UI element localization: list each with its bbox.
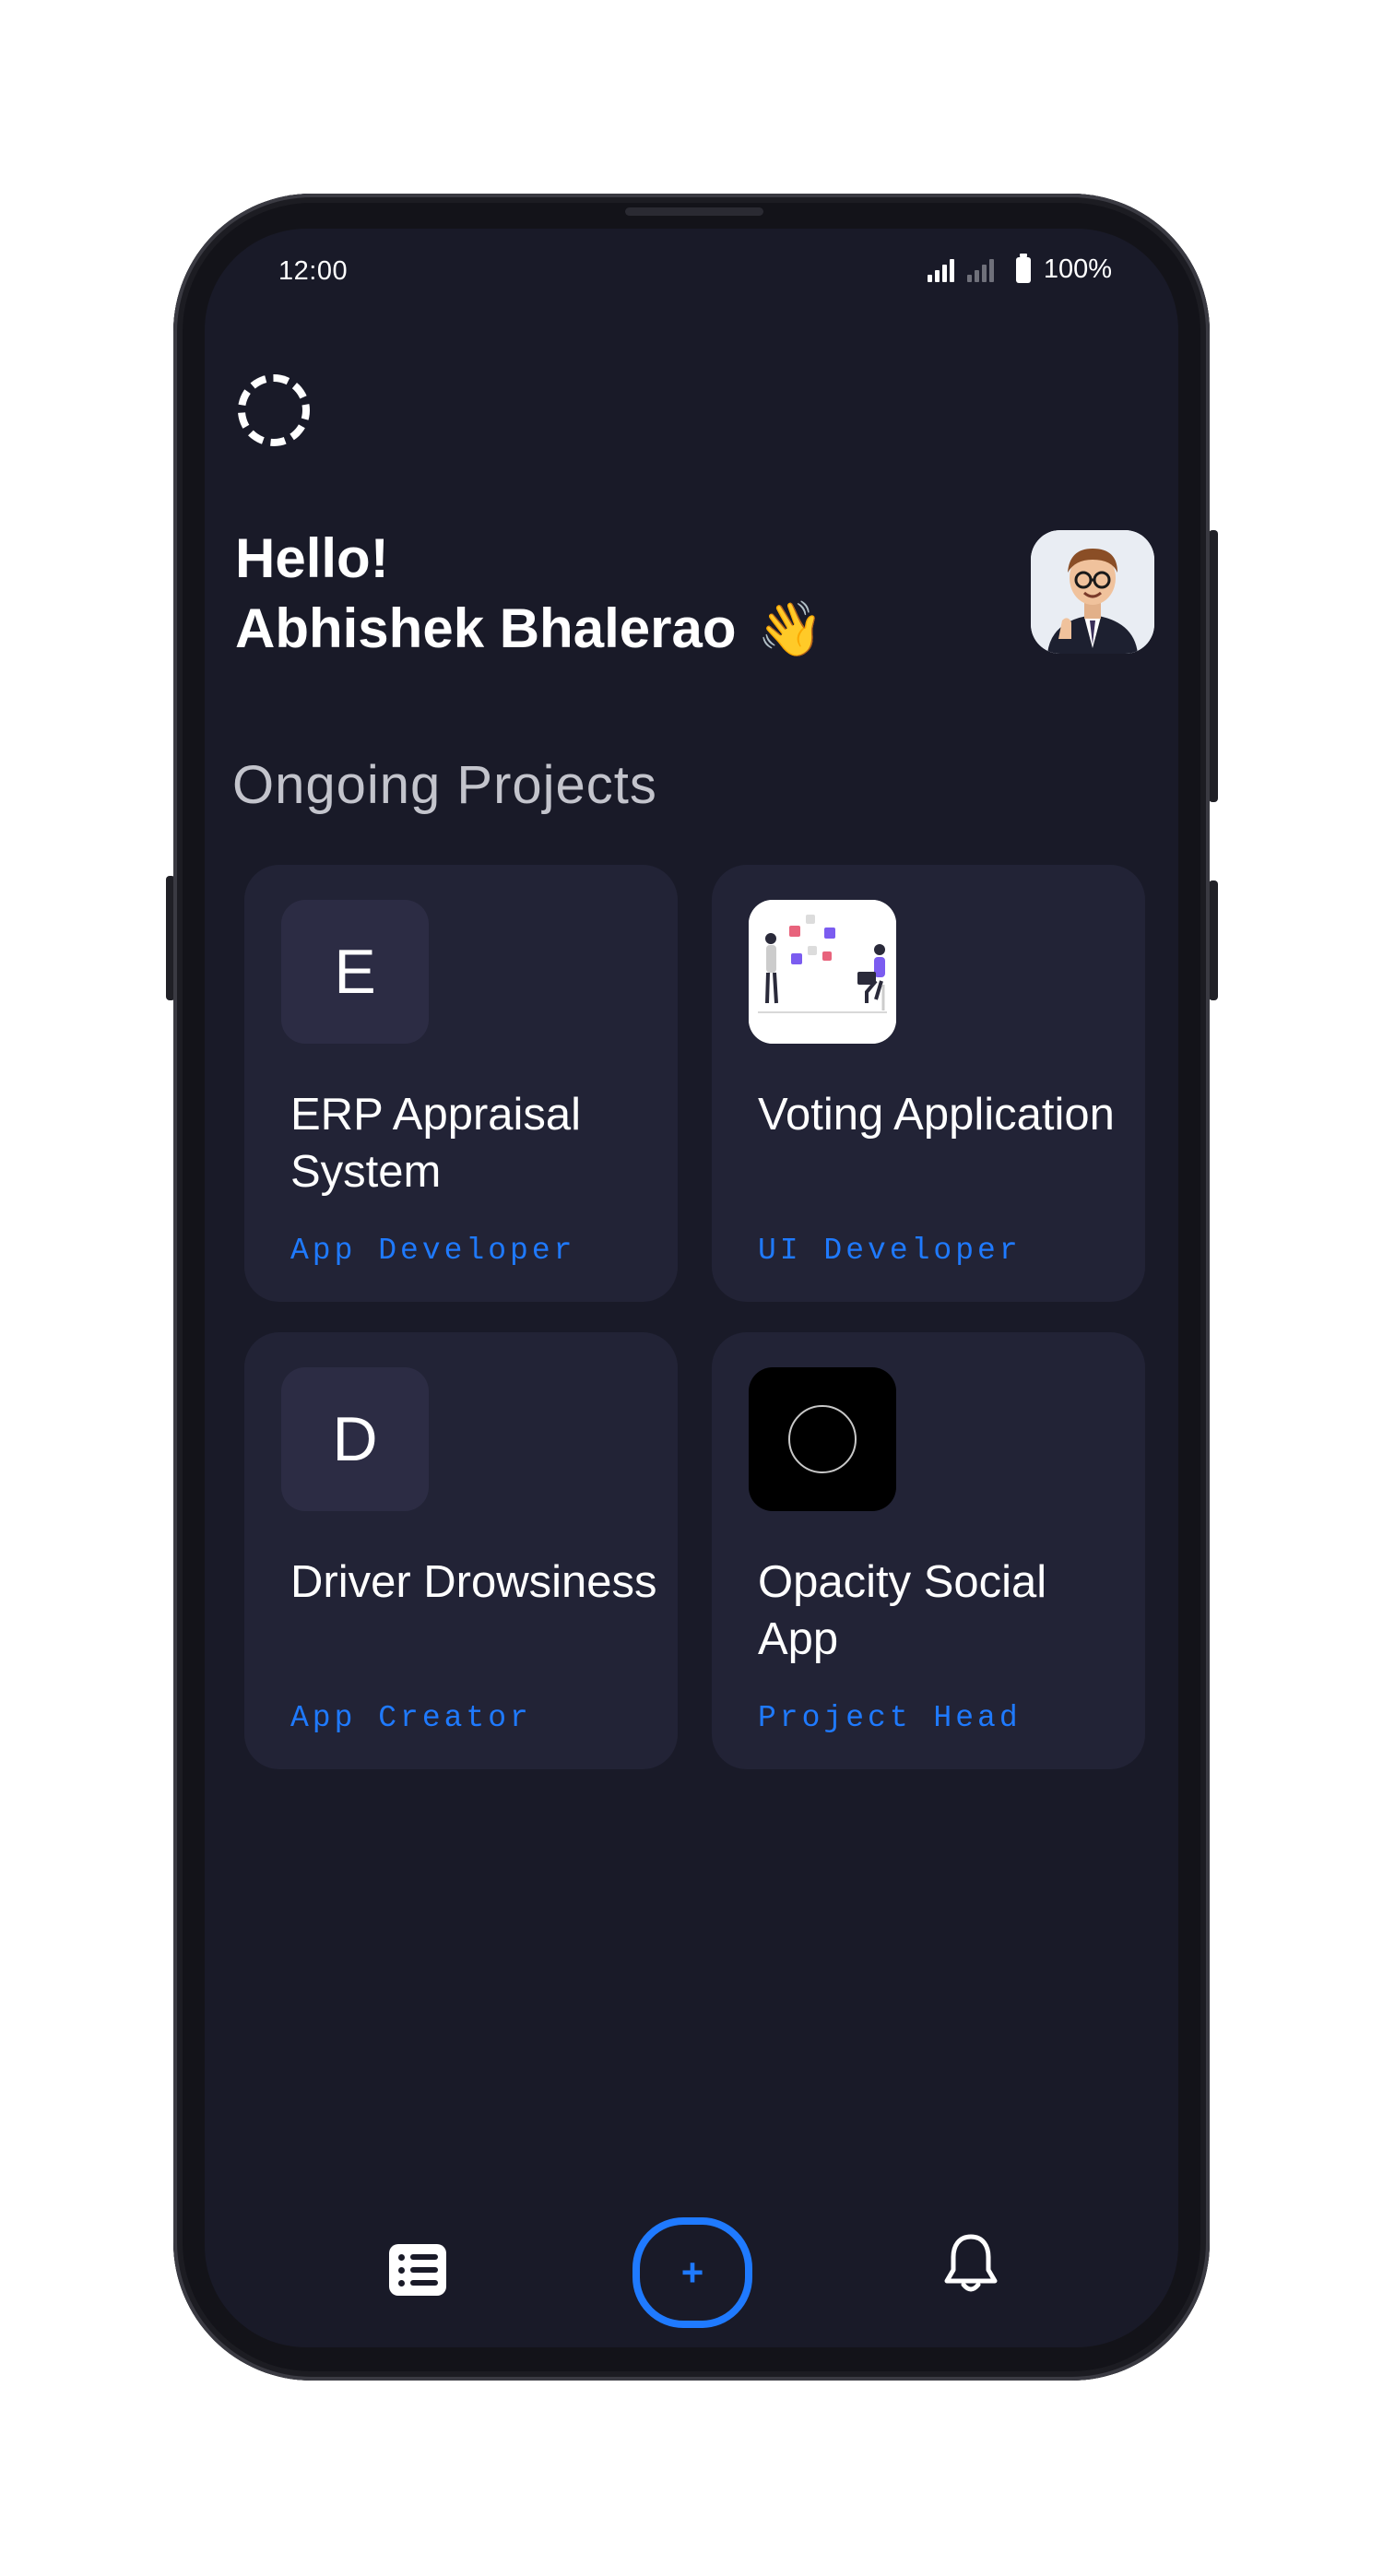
ring-logo-icon (788, 1405, 857, 1473)
add-button[interactable]: + (632, 2217, 752, 2328)
wave-hand-icon: 👋 (757, 599, 824, 659)
project-thumb: D (281, 1367, 429, 1511)
project-thumb: E (281, 900, 429, 1044)
greeting-name-line: Abhishek Bhalerao 👋 (235, 594, 823, 665)
project-title: Voting Application (758, 1090, 1115, 1140)
project-card[interactable]: D Driver Drowsiness App Creator (244, 1332, 678, 1769)
signal-secondary-icon (966, 258, 994, 282)
project-title: Opacity Social App (758, 1557, 1047, 1664)
list-icon[interactable] (389, 2244, 446, 2296)
greeting-hello: Hello! (235, 527, 389, 589)
project-thumb (749, 900, 896, 1044)
project-role: UI Developer (758, 1234, 1022, 1268)
project-role: App Creator (290, 1701, 532, 1735)
project-role: Project Head (758, 1701, 1022, 1735)
section-title: Ongoing Projects (232, 755, 657, 815)
project-thumb (749, 1367, 896, 1511)
phone-screen: 12:00 100% Hello! Abhishek Bhalerao 👋 On… (205, 229, 1178, 2347)
greeting: Hello! Abhishek Bhalerao 👋 (235, 524, 823, 665)
loading-spinner-icon (238, 374, 310, 446)
status-time: 12:00 (278, 256, 349, 286)
earpiece-speaker (625, 207, 763, 216)
battery-icon (1015, 253, 1031, 283)
project-card[interactable]: Opacity Social App Project Head (712, 1332, 1145, 1769)
user-name: Abhishek Bhalerao (235, 597, 737, 659)
voting-illustration-icon (749, 900, 896, 1044)
bell-icon[interactable] (942, 2233, 999, 2298)
power-button (1209, 880, 1218, 1000)
project-role: App Developer (290, 1234, 576, 1268)
project-title: ERP Appraisal System (290, 1090, 582, 1197)
avatar[interactable] (1031, 530, 1154, 654)
battery-level: 100% (1043, 254, 1112, 284)
project-card[interactable]: Voting Application UI Developer (712, 865, 1145, 1302)
project-card[interactable]: E ERP Appraisal System App Developer (244, 865, 678, 1302)
volume-button (1209, 530, 1218, 802)
signal-icon (927, 258, 954, 282)
status-icons: 100% (927, 253, 1112, 285)
page: 12:00 100% Hello! Abhishek Bhalerao 👋 On… (0, 0, 1383, 2576)
project-title: Driver Drowsiness (290, 1557, 657, 1607)
avatar-portrait-icon (1031, 530, 1154, 654)
